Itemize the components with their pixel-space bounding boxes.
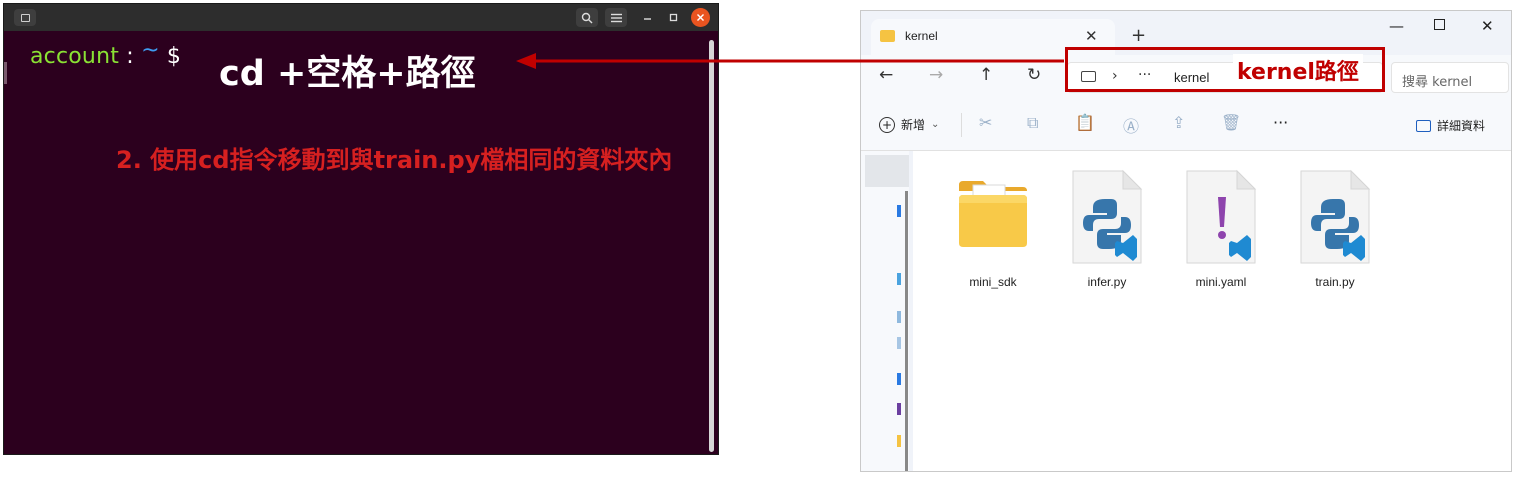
python-file-icon [1300,169,1371,264]
step-instruction: 2. 使用cd指令移動到與train.py檔相同的資料夾內 [116,146,673,174]
nav-pane-icon[interactable] [897,435,901,447]
maximize-button[interactable] [1434,16,1445,34]
chevron-down-icon: ⌄ [931,119,940,130]
address-annotation: kernel路徑 [1233,54,1363,86]
prompt-colon: : [126,44,134,69]
hamburger-icon [610,13,622,22]
minimize-button[interactable] [638,8,656,27]
nav-pane-icon[interactable] [897,403,901,415]
nav-pane-icon[interactable] [897,311,901,323]
terminal-edge-marker [4,62,7,84]
folder-icon [880,30,895,42]
prompt-path: ~ [141,38,160,63]
folder-icon [959,181,1027,247]
search-placeholder: 搜尋 kernel [1402,75,1473,90]
file-name: mini_sdk [969,275,1017,289]
tab-label: kernel [905,29,938,43]
file-name: mini.yaml [1195,275,1247,289]
terminal-window: account : ~ $ cd +空格+路徑 2. 使用cd指令移動到與tra… [3,3,719,455]
cut-icon[interactable]: ✂ [979,113,992,132]
paste-icon[interactable]: 📋 [1075,113,1095,132]
menu-button[interactable] [605,8,627,27]
nav-pane-icon[interactable] [897,373,901,385]
details-label: 詳細資料 [1437,119,1486,133]
nav-pane-icon[interactable] [897,273,901,285]
maximize-button[interactable] [664,8,682,27]
minimize-icon [643,18,651,20]
back-button[interactable]: ← [879,65,893,85]
file-list: mini_sdk infer.py mini.yaml train.py [913,151,1511,471]
new-button[interactable]: + 新增 ⌄ [879,116,939,133]
nav-pane-icon[interactable] [897,205,901,217]
close-button[interactable]: ✕ [1481,17,1494,35]
file-explorer-window: kernel ✕ + — ✕ ← → ↑ ↻ › ··· kernel 搜尋 k… [860,10,1512,472]
share-icon[interactable]: ⇪ [1172,113,1185,132]
prompt-dollar: $ [166,44,182,69]
new-label: 新增 [901,118,926,132]
terminal-titlebar [4,4,718,31]
search-icon [581,12,593,23]
command-hint: cd +空格+路徑 [219,54,476,94]
close-icon [697,14,704,21]
shell-prompt: account : ~ $ [30,38,182,69]
terminal-scrollbar[interactable] [709,40,714,452]
search-button[interactable] [576,8,598,27]
nav-pane-selected-item[interactable] [865,155,909,187]
maximize-icon [669,13,677,22]
up-button[interactable]: ↑ [979,65,993,85]
details-pane-icon [1416,119,1431,132]
copy-icon[interactable]: ⧉ [1027,113,1038,133]
more-options-button[interactable]: ··· [1273,113,1288,132]
nav-pane-icon[interactable] [897,337,901,349]
delete-icon[interactable]: 🗑 [1221,113,1241,132]
plus-icon: + [879,116,895,133]
forward-button[interactable]: → [929,65,943,85]
yaml-file-icon [1186,169,1257,264]
new-tab-icon[interactable] [14,9,36,26]
navigation-pane [861,151,909,471]
nav-pane-scrollbar[interactable] [905,191,908,471]
python-file-icon [1072,169,1143,264]
rename-icon[interactable]: Ⓐ [1123,113,1139,137]
tab-close-icon[interactable]: ✕ [1085,27,1098,45]
minimize-button[interactable]: — [1389,17,1404,35]
file-name: infer.py [1087,275,1127,289]
search-input[interactable]: 搜尋 kernel [1391,62,1509,93]
prompt-user: account [30,44,120,69]
maximize-icon [1434,19,1445,30]
refresh-button[interactable]: ↻ [1027,65,1041,85]
close-button[interactable] [691,8,710,27]
file-name: train.py [1315,275,1355,289]
command-toolbar: + 新增 ⌄ ✂ ⧉ 📋 Ⓐ ⇪ 🗑 ··· 詳細資料 [861,99,1511,151]
new-tab-button[interactable]: + [1131,25,1146,46]
toolbar-divider [961,113,962,137]
details-pane-button[interactable]: 詳細資料 [1416,117,1485,134]
